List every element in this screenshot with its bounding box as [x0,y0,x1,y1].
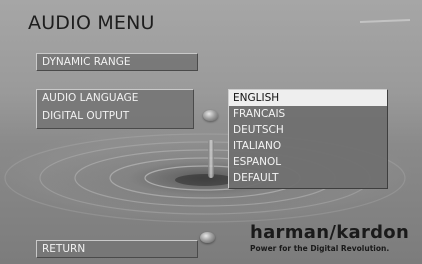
dynamic-range-button[interactable]: DYNAMIC RANGE [36,53,198,71]
audio-output-group: AUDIO LANGUAGE DIGITAL OUTPUT [36,89,194,129]
option-english[interactable]: ENGLISH [229,90,387,106]
brand-name: harman/kardon [250,222,410,243]
audio-menu-screen: AUDIO MENU DYNAMIC RANGE AUDIO LANGUAGE … [0,0,422,264]
option-default[interactable]: DEFAULT [229,170,387,186]
option-deutsch[interactable]: DEUTSCH [229,122,387,138]
digital-output-button[interactable]: DIGITAL OUTPUT [42,110,129,122]
brand-tagline: Power for the Digital Revolution. [250,244,390,253]
option-italiano[interactable]: ITALIANO [229,138,387,154]
orb-icon [203,110,218,121]
orb-icon [200,232,215,243]
brand-logo: harman/kardon Power for the Digital Revo… [250,222,420,253]
option-francais[interactable]: FRANCAIS [229,106,387,122]
return-button[interactable]: RETURN [36,240,198,258]
audio-language-button[interactable]: AUDIO LANGUAGE [42,92,138,104]
page-title: AUDIO MENU [28,12,155,34]
language-options-list[interactable]: ENGLISH FRANCAIS DEUTSCH ITALIANO ESPANO… [228,89,388,189]
option-espanol[interactable]: ESPANOL [229,154,387,170]
water-drop-icon [208,140,214,178]
